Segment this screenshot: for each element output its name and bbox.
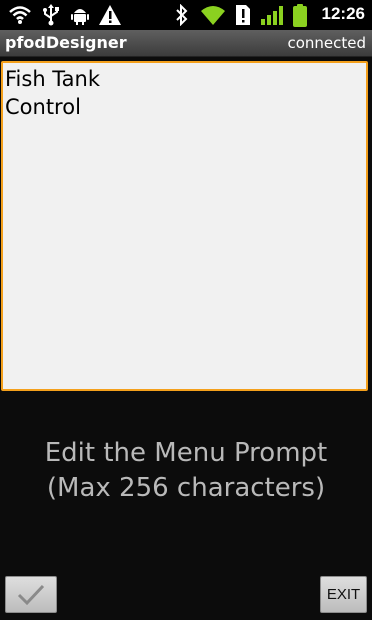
app-title: pfodDesigner [5, 33, 127, 52]
wifi-icon [9, 6, 31, 24]
sim-alert-icon [236, 5, 250, 25]
status-clock: 12:26 [321, 4, 365, 23]
usb-icon [43, 4, 59, 26]
title-bar: pfodDesigner connected [0, 30, 372, 57]
battery-icon [293, 4, 307, 27]
status-bar: 12:26 [0, 0, 372, 30]
checkmark-icon [17, 584, 45, 606]
instruction-line-2: (Max 256 characters) [46, 473, 326, 503]
cell-signal-icon [261, 6, 283, 25]
instruction-line-1: Edit the Menu Prompt [44, 438, 328, 468]
wifi-signal-icon [201, 6, 225, 25]
warning-icon [99, 5, 121, 25]
edit-instructions: Edit the Menu Prompt (Max 256 characters… [0, 436, 372, 506]
bluetooth-icon [176, 4, 188, 26]
connection-status: connected [287, 34, 366, 52]
confirm-button[interactable] [5, 576, 57, 613]
menu-prompt-editor[interactable]: Fish Tank Control [1, 61, 368, 391]
android-debug-icon [71, 9, 89, 25]
exit-button[interactable]: EXIT [320, 576, 367, 613]
